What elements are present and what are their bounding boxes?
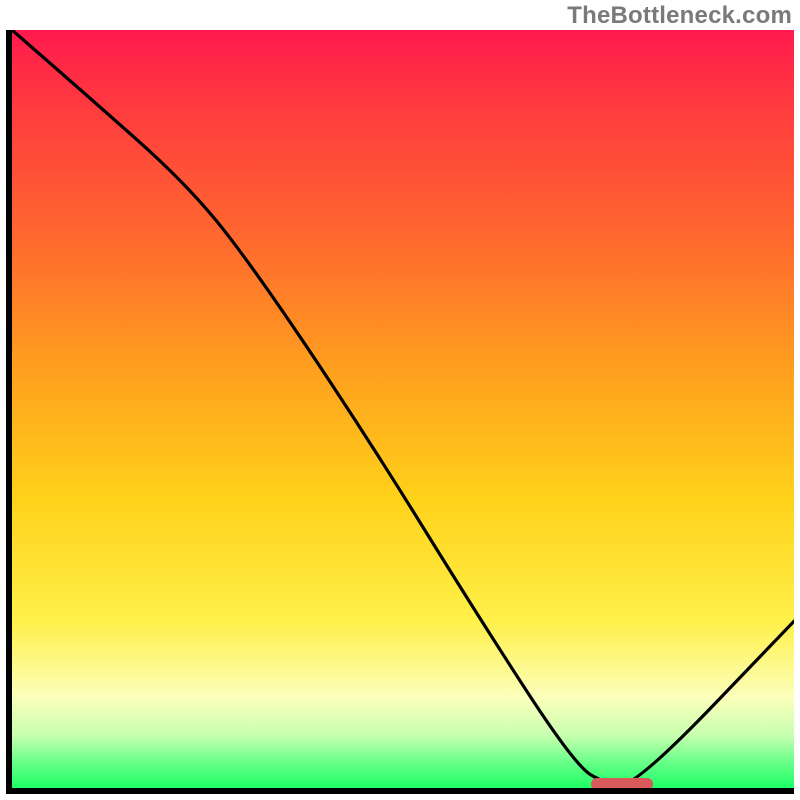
plot-area (6, 30, 794, 794)
chart-frame: TheBottleneck.com (0, 0, 800, 800)
axes (6, 30, 794, 794)
watermark-text: TheBottleneck.com (567, 2, 792, 30)
